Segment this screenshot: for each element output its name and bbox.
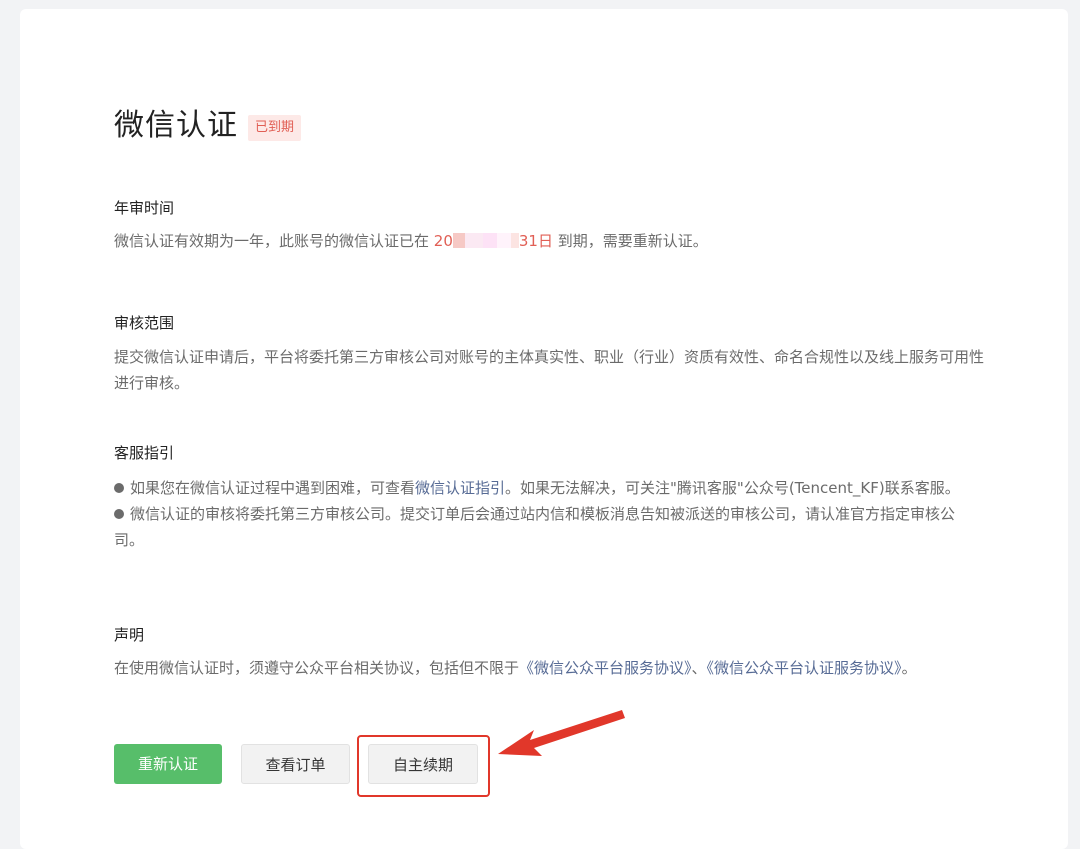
bullet-dot-icon (114, 509, 124, 519)
page-title: 微信认证 (114, 108, 238, 143)
annual-review-text-after: 到期，需要重新认证。 (552, 232, 708, 250)
section-title-statement: 声明 (114, 626, 145, 644)
expiry-date-start: 20 (433, 232, 453, 250)
annual-review-text-before: 微信认证有效期为一年，此账号的微信认证已在 (114, 232, 434, 250)
statement-text-before: 在使用微信认证时，须遵守公众平台相关协议，包括但不限于 (114, 659, 520, 677)
section-review-scope: 审核范围 提交微信认证申请后，平台将委托第三方审核公司对账号的主体真实性、职业（… (114, 313, 984, 396)
auth-service-agreement-link[interactable]: 《微信公众平台认证服务协议》 (707, 659, 902, 677)
support-guide-item-1: 如果您在微信认证过程中遇到困难，可查看微信认证指引。如果无法解决，可关注"腾讯客… (114, 475, 984, 501)
section-title-review-scope: 审核范围 (114, 314, 175, 332)
red-arrow-icon (498, 710, 625, 756)
title-row: 微信认证 已到期 (114, 105, 302, 147)
status-badge: 已到期 (248, 115, 302, 141)
section-title-annual-review: 年审时间 (114, 199, 175, 217)
reauth-button[interactable]: 重新认证 (114, 744, 222, 784)
section-title-support-guide: 客服指引 (114, 444, 175, 462)
support-item1-before: 如果您在微信认证过程中遇到困难，可查看 (130, 479, 416, 497)
service-agreement-link[interactable]: 《微信公众平台服务协议》 (519, 659, 692, 677)
section-statement: 声明 在使用微信认证时，须遵守公众平台相关协议，包括但不限于《微信公众平台服务协… (114, 625, 984, 681)
support-guide-item-2: 微信认证的审核将委托第三方审核公司。提交订单后会通过站内信和模板消息告知被派送的… (114, 501, 984, 553)
section-text-annual-review: 微信认证有效期为一年，此账号的微信认证已在 20 31日 到期，需要重新认证。 (114, 228, 984, 254)
section-support-guide: 客服指引 如果您在微信认证过程中遇到困难，可查看微信认证指引。如果无法解决，可关… (114, 443, 984, 553)
section-text-statement: 在使用微信认证时，须遵守公众平台相关协议，包括但不限于《微信公众平台服务协议》、… (114, 655, 984, 681)
expiry-date: 20 31日 (434, 232, 553, 250)
section-annual-review: 年审时间 微信认证有效期为一年，此账号的微信认证已在 20 31日 到期，需要重新… (114, 198, 984, 254)
statement-text-after: 。 (901, 659, 917, 677)
support-item1-after: 。如果无法解决，可关注"腾讯客服"公众号(Tencent_KF)联系客服。 (505, 479, 960, 497)
view-orders-button[interactable]: 查看订单 (241, 744, 350, 784)
statement-separator: 、 (691, 659, 707, 677)
wechat-auth-guide-link[interactable]: 微信认证指引 (415, 479, 505, 497)
section-text-review-scope: 提交微信认证申请后，平台将委托第三方审核公司对账号的主体真实性、职业（行业）资质… (114, 348, 985, 392)
annotation-highlight-box (357, 735, 490, 797)
masked-date-block (452, 233, 519, 248)
expiry-date-end: 31日 (518, 232, 553, 250)
bullet-dot-icon (114, 483, 124, 493)
support-item2-text: 微信认证的审核将委托第三方审核公司。提交订单后会通过站内信和模板消息告知被派送的… (114, 505, 956, 549)
